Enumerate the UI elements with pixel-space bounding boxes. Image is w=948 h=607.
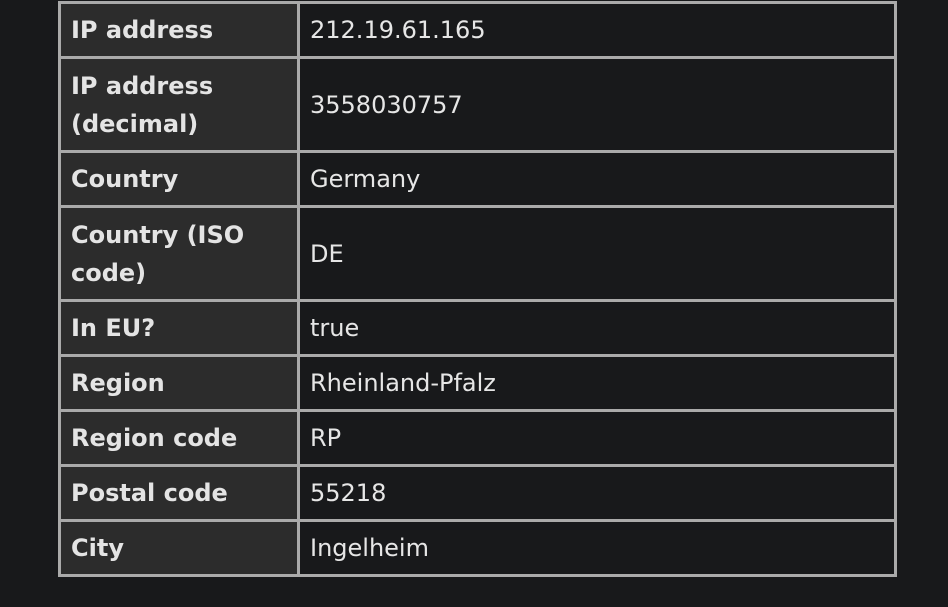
row-value: 3558030757 bbox=[297, 56, 897, 153]
table-row-in-eu: In EU? true bbox=[58, 299, 897, 357]
row-value: 212.19.61.165 bbox=[297, 1, 897, 59]
row-label: Region code bbox=[58, 409, 300, 467]
row-label: Country (ISO code) bbox=[58, 205, 300, 302]
row-label: Country bbox=[58, 150, 300, 208]
row-value: RP bbox=[297, 409, 897, 467]
table-row-country: Country Germany bbox=[58, 150, 897, 208]
table-row-region-code: Region code RP bbox=[58, 409, 897, 467]
table-row-city: City Ingelheim bbox=[58, 519, 897, 577]
row-label: IP address bbox=[58, 1, 300, 59]
row-value: 55218 bbox=[297, 464, 897, 522]
row-label: Region bbox=[58, 354, 300, 412]
ip-info-table: IP address 212.19.61.165 IP address (dec… bbox=[58, 1, 897, 577]
table-row-ip-decimal: IP address (decimal) 3558030757 bbox=[58, 56, 897, 153]
row-value: DE bbox=[297, 205, 897, 302]
row-label: Postal code bbox=[58, 464, 300, 522]
row-value: Ingelheim bbox=[297, 519, 897, 577]
row-label: In EU? bbox=[58, 299, 300, 357]
row-label: City bbox=[58, 519, 300, 577]
row-value: true bbox=[297, 299, 897, 357]
table-row-region: Region Rheinland-Pfalz bbox=[58, 354, 897, 412]
row-value: Rheinland-Pfalz bbox=[297, 354, 897, 412]
ip-info-panel: IP address 212.19.61.165 IP address (dec… bbox=[58, 1, 898, 577]
row-label: IP address (decimal) bbox=[58, 56, 300, 153]
row-value: Germany bbox=[297, 150, 897, 208]
table-row-postal-code: Postal code 55218 bbox=[58, 464, 897, 522]
table-row-ip-address: IP address 212.19.61.165 bbox=[58, 1, 897, 59]
table-row-country-iso: Country (ISO code) DE bbox=[58, 205, 897, 302]
